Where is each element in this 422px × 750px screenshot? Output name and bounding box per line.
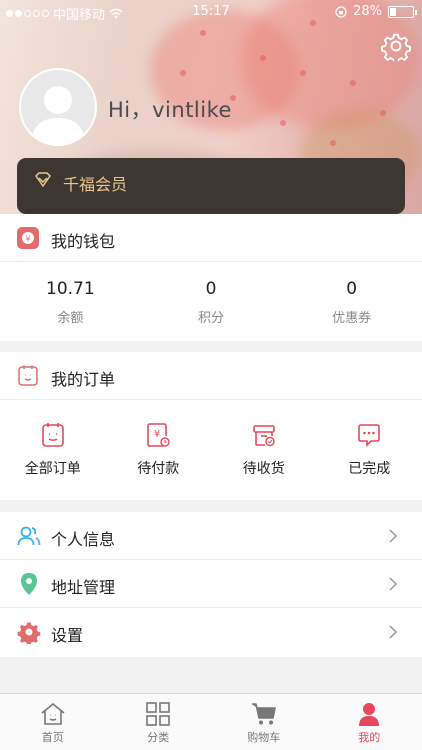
location-pin-icon (21, 573, 37, 595)
member-label: 千福会员 (63, 175, 128, 194)
orders-header[interactable]: 我的订单 (0, 352, 422, 400)
status-bar: 中国移动 15:17 28% (0, 0, 422, 24)
gear-icon[interactable] (381, 31, 411, 61)
diamond-icon (35, 172, 51, 188)
tab-home[interactable]: 首页 (0, 694, 106, 750)
points-label: 积分 (198, 311, 225, 326)
menu-item-personal-info[interactable]: 个人信息 (0, 512, 422, 560)
grid-icon (146, 702, 171, 726)
svg-text:¥: ¥ (154, 429, 160, 440)
greeting-text: Hi，vintlike (108, 98, 232, 122)
member-banner[interactable]: 千福会员 (17, 158, 405, 214)
completed-label: 已完成 (348, 461, 391, 477)
balance-stat[interactable]: 10.71 余额 (0, 262, 141, 342)
points-stat[interactable]: 0 积分 (141, 262, 282, 342)
tab-category[interactable]: 分类 (106, 694, 212, 750)
pending-payment-button[interactable]: ¥ 待付款 (106, 400, 212, 500)
orders-title: 我的订单 (51, 370, 116, 389)
menu-label-settings: 设置 (51, 626, 84, 645)
coupons-value: 0 (346, 279, 358, 299)
wallet-header[interactable]: ¥ 我的钱包 (0, 214, 422, 262)
tab-profile[interactable]: 我的 (317, 694, 422, 750)
avatar[interactable] (19, 68, 97, 146)
balance-label: 余额 (57, 311, 84, 326)
menu-item-settings[interactable]: 设置 (0, 608, 422, 656)
tab-label-category: 分类 (147, 731, 170, 744)
settings-menu: 个人信息 地址管理 设置 (0, 512, 422, 657)
all-orders-button[interactable]: 全部订单 (0, 400, 106, 500)
order-list-icon (18, 365, 38, 386)
user-info-icon (17, 526, 41, 546)
menu-item-address[interactable]: 地址管理 (0, 560, 422, 608)
wallet-title: 我的钱包 (51, 232, 116, 251)
profile-icon (359, 703, 380, 726)
menu-label-personal-info: 个人信息 (51, 530, 116, 549)
pending-payment-label: 待付款 (137, 461, 180, 477)
battery-percent: 28% (353, 4, 382, 19)
chevron-right-icon (389, 625, 398, 639)
wallet-card: ¥ 我的钱包 10.71 余额 0 积分 0 优惠券 (0, 214, 422, 341)
pending-receipt-button[interactable]: 待收货 (211, 400, 317, 500)
menu-label-address: 地址管理 (51, 578, 116, 597)
home-icon (41, 702, 65, 725)
svg-text:¥: ¥ (25, 235, 30, 244)
all-orders-icon (41, 423, 64, 447)
chevron-right-icon (389, 577, 398, 591)
orders-card: 我的订单 全部订单 ¥ 待付款 待收货 已完成 (0, 352, 422, 500)
balance-value: 10.71 (46, 279, 95, 299)
gear-icon (17, 622, 41, 644)
tab-bar: 首页 分类 购物车 我的 (0, 693, 422, 750)
coupons-stat[interactable]: 0 优惠券 (281, 262, 422, 342)
tab-label-cart: 购物车 (247, 731, 281, 744)
tab-label-home: 首页 (41, 731, 64, 744)
pending-receipt-icon (252, 425, 275, 447)
chevron-right-icon (389, 529, 398, 543)
completed-button[interactable]: 已完成 (317, 400, 422, 500)
pending-payment-icon: ¥ (147, 423, 170, 447)
wallet-icon: ¥ (17, 227, 39, 249)
pending-receipt-label: 待收货 (242, 461, 285, 477)
all-orders-label: 全部订单 (24, 461, 81, 477)
completed-icon (358, 424, 381, 447)
coupons-label: 优惠券 (332, 311, 372, 326)
tab-label-profile: 我的 (358, 731, 381, 744)
tab-cart[interactable]: 购物车 (211, 694, 317, 750)
points-value: 0 (205, 279, 217, 299)
battery-icon (388, 5, 417, 18)
cart-icon (251, 703, 276, 725)
orientation-lock-icon (335, 5, 347, 18)
